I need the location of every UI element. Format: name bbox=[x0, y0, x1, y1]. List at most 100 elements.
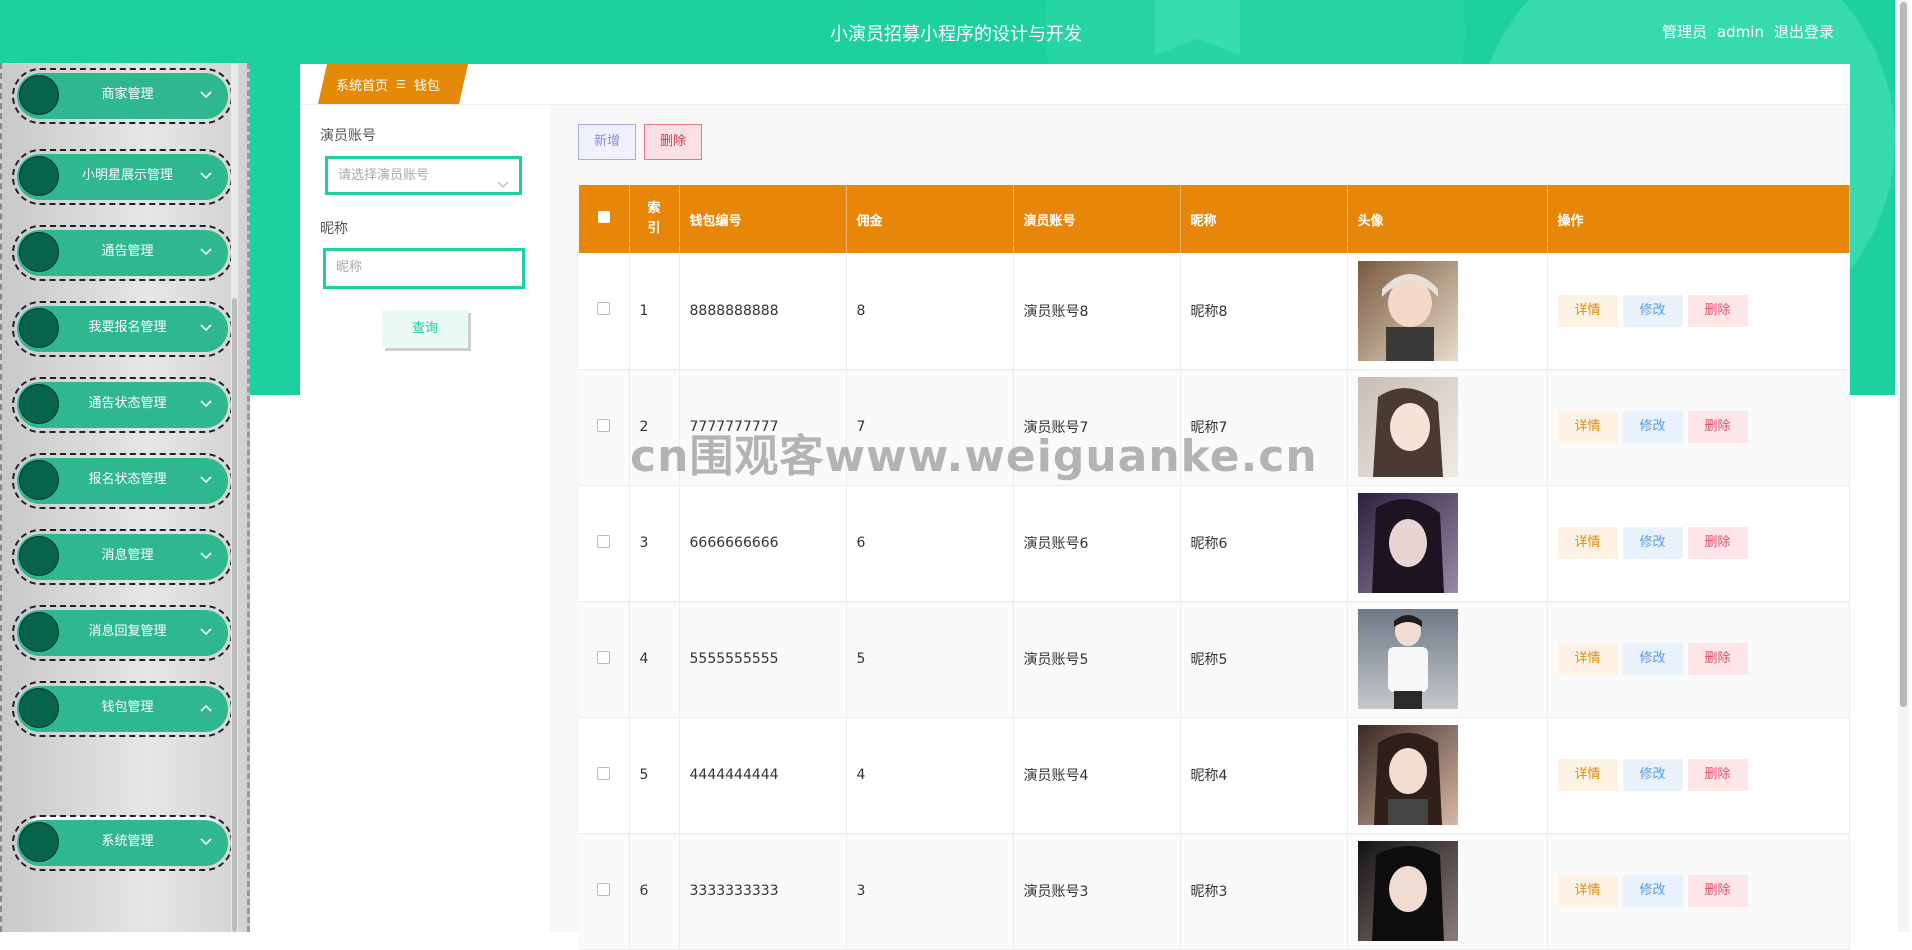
sidebar-item-star-showcase[interactable]: 小明星展示管理 bbox=[12, 149, 233, 205]
detail-button[interactable]: 详情 bbox=[1557, 411, 1618, 443]
column-header-commission: 佣金 bbox=[846, 185, 1014, 253]
row-checkbox[interactable] bbox=[597, 882, 611, 896]
sidebar-item-merchant[interactable]: 商家管理 bbox=[12, 68, 233, 124]
circle-icon bbox=[19, 822, 59, 862]
detail-button[interactable]: 详情 bbox=[1557, 759, 1618, 791]
detail-button[interactable]: 详情 bbox=[1557, 527, 1618, 559]
cell-wallet-no: 4444444444 bbox=[679, 717, 847, 834]
wallet-table: 索引 钱包编号 佣金 演员账号 昵称 头像 操作 1 8888888888 8 … bbox=[579, 185, 1850, 950]
cell-index: 5 bbox=[629, 717, 680, 834]
sidebar-item-wallet[interactable]: 钱包管理 bbox=[12, 681, 233, 737]
circle-icon bbox=[19, 688, 59, 728]
cell-commission: 6 bbox=[846, 485, 1014, 602]
user-name: admin bbox=[1716, 23, 1764, 41]
column-header-avatar: 头像 bbox=[1347, 185, 1548, 253]
circle-icon bbox=[19, 308, 59, 348]
sidebar-item-announcement-status[interactable]: 通告状态管理 bbox=[12, 377, 233, 433]
cell-nickname: 昵称6 bbox=[1180, 485, 1348, 602]
chevron-down-icon bbox=[497, 169, 509, 202]
detail-button[interactable]: 详情 bbox=[1557, 875, 1618, 907]
account-select-placeholder: 请选择演员账号 bbox=[338, 168, 430, 183]
sidebar-scrollbar-thumb[interactable] bbox=[232, 298, 237, 932]
edit-button[interactable]: 修改 bbox=[1622, 875, 1683, 907]
logout-link[interactable]: 退出登录 bbox=[1774, 23, 1834, 41]
row-checkbox[interactable] bbox=[597, 302, 611, 316]
column-header-account: 演员账号 bbox=[1013, 185, 1181, 253]
sidebar-item-label: 通告管理 bbox=[101, 244, 154, 259]
site-title: 小演员招募小程序的设计与开发 bbox=[830, 24, 1082, 45]
sidebar-item-label: 消息管理 bbox=[101, 548, 154, 563]
sidebar-item-message[interactable]: 消息管理 bbox=[12, 529, 233, 585]
add-button[interactable]: 新增 bbox=[578, 124, 636, 160]
column-header-actions: 操作 bbox=[1547, 185, 1850, 253]
cell-account: 演员账号6 bbox=[1013, 485, 1181, 602]
cell-index: 3 bbox=[629, 485, 680, 602]
sidebar-item-signup-status[interactable]: 报名状态管理 bbox=[12, 453, 233, 509]
circle-icon bbox=[19, 156, 59, 196]
sidebar-item-label: 报名状态管理 bbox=[88, 472, 167, 487]
chevron-down-icon bbox=[195, 393, 217, 415]
sidebar-item-label: 小明星展示管理 bbox=[81, 168, 173, 183]
delete-button[interactable]: 删除 bbox=[1687, 759, 1748, 791]
detail-button[interactable]: 详情 bbox=[1557, 643, 1618, 675]
avatar-image bbox=[1357, 260, 1458, 361]
circle-icon bbox=[19, 460, 59, 500]
circle-icon bbox=[19, 232, 59, 272]
breadcrumb: 系统首页 ☰ 钱包 bbox=[318, 64, 468, 104]
table-header-row: 索引 钱包编号 佣金 演员账号 昵称 头像 操作 bbox=[579, 185, 1850, 253]
sidebar-item-label: 商家管理 bbox=[101, 87, 154, 102]
delete-button[interactable]: 删除 bbox=[1687, 875, 1748, 907]
sidebar-item-label: 系统管理 bbox=[101, 834, 154, 849]
breadcrumb-current: 钱包 bbox=[413, 78, 440, 94]
row-checkbox[interactable] bbox=[597, 650, 611, 664]
column-header-wallet-no: 钱包编号 bbox=[679, 185, 847, 253]
account-label: 演员账号 bbox=[320, 128, 376, 144]
sidebar-item-label: 消息回复管理 bbox=[88, 624, 167, 639]
nickname-input[interactable]: 昵称 bbox=[323, 248, 525, 289]
sidebar-item-signup[interactable]: 我要报名管理 bbox=[12, 301, 233, 357]
detail-button[interactable]: 详情 bbox=[1557, 294, 1618, 327]
table-row: 1 8888888888 8 演员账号8 昵称8 详情 修改 删除 bbox=[579, 253, 1850, 370]
row-checkbox[interactable] bbox=[597, 418, 611, 432]
account-select[interactable]: 请选择演员账号 bbox=[325, 156, 522, 195]
breadcrumb-home[interactable]: 系统首页 bbox=[336, 75, 388, 94]
table-row: 3 6666666666 6 演员账号6 昵称6 详情 修改 删除 bbox=[579, 485, 1850, 602]
row-checkbox[interactable] bbox=[597, 534, 611, 548]
page-scrollbar[interactable] bbox=[1898, 0, 1909, 932]
column-header-nickname: 昵称 bbox=[1180, 185, 1348, 253]
edit-button[interactable]: 修改 bbox=[1622, 643, 1683, 675]
cell-account: 演员账号8 bbox=[1013, 253, 1181, 370]
watermark: cn围观客www.weiguanke.cn bbox=[630, 431, 1318, 482]
delete-button[interactable]: 删除 bbox=[1687, 411, 1748, 443]
chevron-down-icon bbox=[195, 545, 217, 567]
page-scrollbar-thumb[interactable] bbox=[1900, 2, 1907, 707]
sidebar: 商家管理 小明星展示管理 通告管理 我要报名管理 通告状态管理 报名状态管理 消… bbox=[0, 63, 250, 932]
circle-icon bbox=[19, 75, 59, 115]
sidebar-item-announcement[interactable]: 通告管理 bbox=[12, 225, 233, 281]
cell-commission: 8 bbox=[846, 253, 1014, 370]
select-all-checkbox[interactable] bbox=[597, 211, 610, 223]
edit-button[interactable]: 修改 bbox=[1622, 411, 1683, 443]
edit-button[interactable]: 修改 bbox=[1622, 759, 1683, 791]
filter-panel: 演员账号 请选择演员账号 昵称 昵称 查询 bbox=[300, 105, 548, 932]
cell-commission: 5 bbox=[846, 601, 1014, 718]
cell-wallet-no: 6666666666 bbox=[679, 485, 847, 602]
edit-button[interactable]: 修改 bbox=[1622, 294, 1683, 327]
chevron-down-icon bbox=[195, 621, 217, 643]
chevron-down-icon bbox=[195, 241, 217, 263]
chevron-down-icon bbox=[195, 469, 217, 491]
sidebar-item-message-reply[interactable]: 消息回复管理 bbox=[12, 605, 233, 661]
edit-button[interactable]: 修改 bbox=[1622, 527, 1683, 559]
delete-button[interactable]: 删除 bbox=[1687, 294, 1748, 327]
row-checkbox[interactable] bbox=[597, 766, 611, 780]
delete-button[interactable]: 删除 bbox=[1687, 527, 1748, 559]
chevron-down-icon bbox=[195, 84, 217, 106]
select-all-header bbox=[579, 185, 630, 253]
cell-index: 1 bbox=[629, 253, 680, 370]
batch-delete-button[interactable]: 删除 bbox=[644, 124, 702, 160]
query-button[interactable]: 查询 bbox=[382, 310, 468, 348]
chevron-down-icon bbox=[195, 165, 217, 187]
cell-nickname: 昵称8 bbox=[1180, 253, 1348, 370]
sidebar-item-system[interactable]: 系统管理 bbox=[12, 815, 233, 871]
delete-button[interactable]: 删除 bbox=[1687, 643, 1748, 675]
